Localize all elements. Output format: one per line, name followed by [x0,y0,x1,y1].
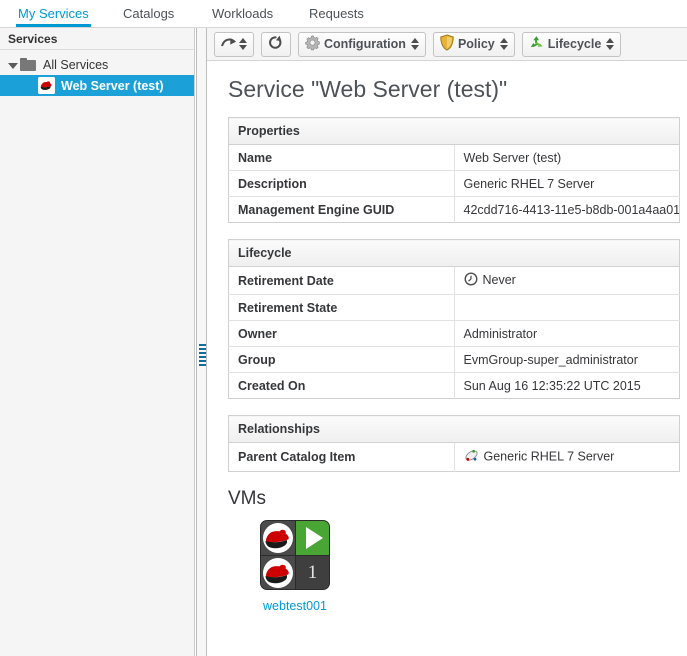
table-row: Name Web Server (test) [228,144,680,171]
vm-tile: 1 webtest001 [240,520,350,613]
lifecycle-heading: Lifecycle [228,239,680,267]
table-row: Retirement Date Never [228,266,680,295]
table-header-row: Relationships [228,415,680,443]
main-tab-bar: My Services Catalogs Workloads Requests [0,0,687,28]
tab-my-services[interactable]: My Services [16,0,91,27]
row-value: Never [482,272,516,287]
shield-icon [439,34,455,54]
lifecycle-table: Lifecycle Retirement Date Never Retireme… [228,239,680,399]
chevron-updown-icon[interactable] [239,37,248,51]
row-value: Sun Aug 16 12:35:22 UTC 2015 [453,372,680,399]
quadrant-os-redhat-icon [261,521,296,556]
row-value: 42cdd716-4413-11e5-b8db-001a4aa01599 [453,196,680,223]
row-value: Generic RHEL 7 Server [483,449,615,464]
services-sidebar: Services All Services Web Server (test) [0,28,195,656]
clock-icon [464,272,478,289]
tree-item-all-services[interactable]: All Services [0,54,194,75]
gear-icon [304,34,321,54]
recycle-icon [528,34,545,54]
row-value-cell[interactable]: Generic RHEL 7 Server [453,442,680,472]
row-value-cell: Never [453,266,680,295]
tab-requests-label: Requests [309,6,364,21]
row-key: Description [228,170,454,197]
row-key: Parent Catalog Item [228,442,454,472]
tree-item-all-services-label: All Services [43,57,109,72]
vm-quadrant-icon[interactable]: 1 [260,520,330,590]
redhat-icon [38,77,55,94]
row-key: Management Engine GUID [228,196,454,223]
main-content: Service "Web Server (test)" Properties N… [207,62,687,656]
quadrant-power-on-icon [296,521,329,556]
table-header-row: Properties [228,117,680,145]
row-value: EvmGroup-super_administrator [453,346,680,373]
tab-requests[interactable]: Requests [307,0,366,27]
chevron-updown-icon[interactable] [410,37,420,51]
configuration-button[interactable]: Configuration [298,31,426,57]
table-row: Owner Administrator [228,320,680,347]
row-value: Administrator [453,320,680,347]
quadrant-vendor-redhat-icon [261,556,296,589]
table-row: Group EvmGroup-super_administrator [228,346,680,373]
tab-workloads-label: Workloads [212,6,274,21]
tab-catalogs[interactable]: Catalogs [121,0,176,27]
vms-heading: VMs [228,488,266,509]
properties-table: Properties Name Web Server (test) Descri… [228,117,680,223]
tree-item-web-server-test[interactable]: Web Server (test) [0,75,194,96]
service-details-page: My Services Catalogs Workloads Requests … [0,0,687,656]
policy-button[interactable]: Policy [432,31,515,57]
configuration-button-label: Configuration [324,37,406,51]
catalog-item-icon [464,448,479,466]
tab-catalogs-label: Catalogs [123,6,175,21]
policy-button-label: Policy [457,37,495,51]
table-row: Management Engine GUID 42cdd716-4413-11e… [228,196,680,223]
properties-heading: Properties [228,117,680,145]
row-value: Web Server (test) [453,144,680,171]
table-header-row: Lifecycle [228,239,680,267]
tree-item-web-server-test-label: Web Server (test) [61,78,164,93]
page-title: Service "Web Server (test)" [228,76,508,102]
row-key: Retirement State [228,294,454,321]
sidebar-splitter[interactable] [196,28,207,656]
tab-my-services-label: My Services [18,6,89,21]
chevron-updown-icon[interactable] [499,37,509,51]
reload-button[interactable] [261,31,291,57]
row-key: Retirement Date [228,266,454,295]
table-row: Description Generic RHEL 7 Server [228,170,680,197]
tab-workloads[interactable]: Workloads [210,0,275,27]
table-row: Parent Catalog Item Generic RHEL 7 Serve… [228,442,680,472]
services-tree: All Services Web Server (test) [0,50,194,96]
curved-arrow-icon [220,35,239,53]
table-row: Created On Sun Aug 16 12:35:22 UTC 2015 [228,372,680,399]
relationships-heading: Relationships [228,415,680,443]
relationships-table: Relationships Parent Catalog Item Generi… [228,415,680,472]
chevron-updown-icon[interactable] [606,37,615,51]
row-key: Created On [228,372,454,399]
row-key: Group [228,346,454,373]
table-row: Retirement State [228,294,680,321]
row-key: Name [228,144,454,171]
vm-name-link[interactable]: webtest001 [240,599,350,613]
reload-icon [267,34,285,54]
splitter-grip[interactable] [199,344,206,370]
lifecycle-button-label: Lifecycle [547,37,602,51]
history-button[interactable] [214,31,254,57]
sidebar-header: Services [0,28,194,50]
content-toolbar: Configuration Policy Lifecycle [207,28,687,61]
folder-icon [20,58,36,71]
lifecycle-button[interactable]: Lifecycle [521,31,622,57]
row-key: Owner [228,320,454,347]
chevron-down-icon[interactable] [6,58,20,72]
row-value [453,294,680,321]
quadrant-count-badge: 1 [296,556,329,589]
row-value: Generic RHEL 7 Server [453,170,680,197]
